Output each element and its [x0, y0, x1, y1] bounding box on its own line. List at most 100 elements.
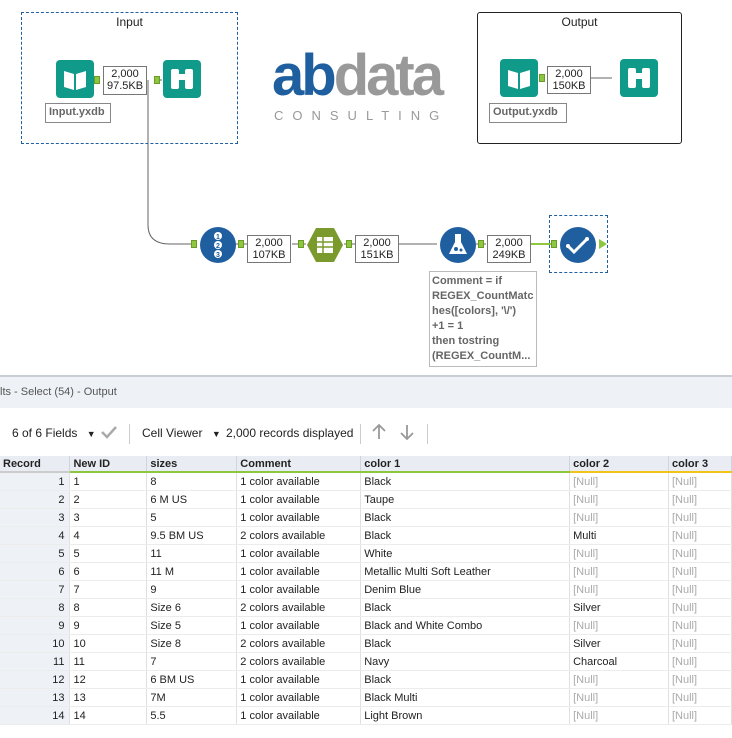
table-cell[interactable]: 8	[146, 472, 238, 491]
table-cell[interactable]: Black and White Combo	[360, 616, 571, 635]
table-cell[interactable]: Charcoal	[569, 652, 669, 671]
table-row[interactable]: 12 12 6 BM US 1 color available Black [Null][…	[0, 670, 732, 689]
column-header[interactable]: New ID	[69, 456, 148, 473]
results-grid[interactable]: Record New ID sizes Comment color 1 colo…	[0, 456, 732, 738]
record-number-cell[interactable]: 12	[0, 670, 71, 689]
table-row[interactable]: 14 14 5.5 1 color available Light Brown [Null…	[0, 706, 732, 725]
table-cell[interactable]: Black	[360, 598, 571, 617]
table-cell[interactable]: [Null]	[569, 616, 669, 635]
table-cell[interactable]: [Null]	[668, 508, 732, 527]
table-cell[interactable]: [Null]	[668, 616, 732, 635]
table-cell[interactable]: [Null]	[569, 544, 669, 563]
table-cell[interactable]: Size 8	[146, 634, 238, 653]
table-cell[interactable]: Black	[360, 526, 571, 545]
table-cell[interactable]: 11 M	[146, 562, 238, 581]
table-cell[interactable]: Multi	[569, 526, 669, 545]
table-cell[interactable]: 2 colors available	[236, 526, 362, 545]
texttocol-input-anchor[interactable]	[298, 240, 304, 248]
record-number-cell[interactable]: 9	[0, 616, 71, 635]
record-number-cell[interactable]: 3	[0, 508, 71, 527]
table-cell[interactable]: [Null]	[668, 544, 732, 563]
table-row[interactable]: 13 13 7M 1 color available Black Multi [Null]…	[0, 688, 732, 707]
table-cell[interactable]: 14	[69, 706, 148, 725]
table-row[interactable]: 6 6 11 M1 color available Metallic Multi So…	[0, 562, 732, 581]
scroll-up-button[interactable]	[369, 422, 389, 445]
record-number-cell[interactable]: 6	[0, 562, 71, 581]
table-cell[interactable]: 7M	[146, 688, 238, 707]
record-number-cell[interactable]: 7	[0, 580, 71, 599]
table-cell[interactable]: Size 5	[146, 616, 238, 635]
table-cell[interactable]: Size 6	[146, 598, 238, 617]
table-cell[interactable]: 6 BM US	[146, 670, 238, 689]
table-cell[interactable]: [Null]	[569, 688, 669, 707]
table-cell[interactable]: 2 colors available	[236, 652, 362, 671]
table-cell[interactable]: 1 color available	[236, 616, 362, 635]
table-cell[interactable]: [Null]	[569, 508, 669, 527]
table-cell[interactable]: 13	[69, 688, 148, 707]
table-row[interactable]: 1181 color available Black [Null] [Null]	[0, 472, 732, 491]
apply-checkmark-button[interactable]	[99, 422, 119, 445]
table-cell[interactable]: [Null]	[668, 634, 732, 653]
record-number-cell[interactable]: 13	[0, 688, 71, 707]
table-cell[interactable]: White	[360, 544, 571, 563]
input-anchor[interactable]	[154, 76, 160, 84]
table-cell[interactable]: 1 color available	[236, 562, 362, 581]
table-cell[interactable]: Denim Blue	[360, 580, 571, 599]
table-cell[interactable]: [Null]	[668, 670, 732, 689]
column-header[interactable]: color 1	[360, 456, 571, 473]
table-cell[interactable]: [Null]	[569, 490, 669, 509]
table-cell[interactable]: [Null]	[569, 472, 669, 491]
workflow-canvas[interactable]: Input Output 2,000 97.5KB Input.yxdb abd…	[0, 0, 732, 375]
table-cell[interactable]: Black	[360, 472, 571, 491]
table-cell[interactable]: 2 colors available	[236, 598, 362, 617]
table-row[interactable]: 7791 color available Denim Blue [Null] [Nul…	[0, 580, 732, 599]
output-anchor[interactable]	[94, 76, 100, 84]
table-cell[interactable]: Taupe	[360, 490, 571, 509]
table-cell[interactable]: 8	[69, 598, 148, 617]
select-tool[interactable]	[559, 226, 597, 264]
table-cell[interactable]: Black	[360, 670, 571, 689]
select-input-anchor[interactable]	[551, 240, 557, 248]
record-id-tool[interactable]: 1 2 3	[199, 226, 237, 264]
table-cell[interactable]: [Null]	[569, 670, 669, 689]
table-cell[interactable]: Silver	[569, 598, 669, 617]
column-header[interactable]: sizes	[146, 456, 238, 473]
table-cell[interactable]: 1 color available	[236, 688, 362, 707]
scroll-down-button[interactable]	[397, 422, 417, 445]
record-number-cell[interactable]: 4	[0, 526, 71, 545]
table-cell[interactable]: 1 color available	[236, 508, 362, 527]
table-cell[interactable]: 3	[69, 508, 148, 527]
table-cell[interactable]: 5	[146, 508, 238, 527]
table-row[interactable]: 8 8 Size 62 colors available Black Silver [Nu…	[0, 598, 732, 617]
table-row[interactable]: 10 10 Size 82 colors available Black Silver[…	[0, 634, 732, 653]
fields-dropdown[interactable]: 6 of 6 Fields ▼	[12, 426, 96, 440]
table-cell[interactable]: Light Brown	[360, 706, 571, 725]
table-cell[interactable]: [Null]	[668, 688, 732, 707]
table-cell[interactable]: [Null]	[668, 562, 732, 581]
table-cell[interactable]: [Null]	[668, 490, 732, 509]
browse-tool-input[interactable]	[163, 60, 201, 98]
column-header[interactable]: Comment	[236, 456, 362, 473]
table-cell[interactable]: 2	[69, 490, 148, 509]
table-cell[interactable]: 6 M US	[146, 490, 238, 509]
table-cell[interactable]: 9.5 BM US	[146, 526, 238, 545]
table-row[interactable]: 9 9 Size 51 color available Black and White…	[0, 616, 732, 635]
table-cell[interactable]: [Null]	[668, 526, 732, 545]
table-cell[interactable]: 1 color available	[236, 670, 362, 689]
formula-tool[interactable]	[439, 226, 477, 264]
text-to-columns-tool[interactable]	[306, 226, 344, 264]
recordid-output-anchor[interactable]	[238, 240, 244, 248]
record-number-cell[interactable]: 8	[0, 598, 71, 617]
table-cell[interactable]: 7	[69, 580, 148, 599]
table-cell[interactable]: 6	[69, 562, 148, 581]
table-cell[interactable]: Navy	[360, 652, 571, 671]
table-cell[interactable]: 1 color available	[236, 472, 362, 491]
record-number-cell[interactable]: 5	[0, 544, 71, 563]
table-cell[interactable]: [Null]	[668, 706, 732, 725]
table-cell[interactable]: [Null]	[668, 598, 732, 617]
table-cell[interactable]: 10	[69, 634, 148, 653]
table-cell[interactable]: [Null]	[668, 580, 732, 599]
table-cell[interactable]: [Null]	[569, 580, 669, 599]
table-cell[interactable]: 9	[69, 616, 148, 635]
table-cell[interactable]: 7	[146, 652, 238, 671]
